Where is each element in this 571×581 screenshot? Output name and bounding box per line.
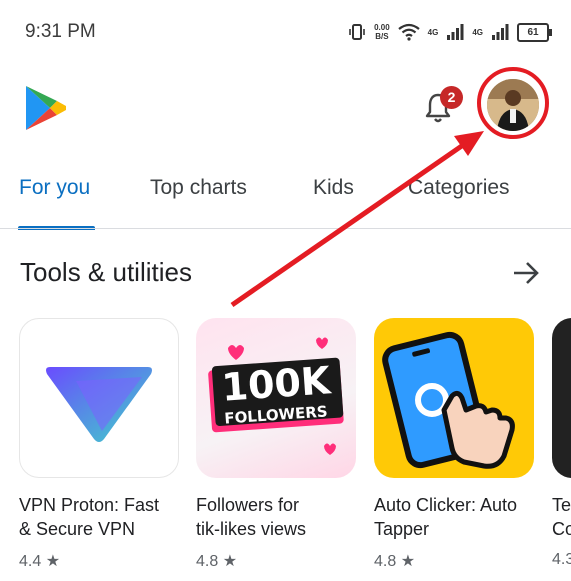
app-card-vpn-proton[interactable]: VPN Proton: Fast & Secure VPN 4.4 ★	[19, 318, 179, 570]
tab-top-charts[interactable]: Top charts	[150, 176, 247, 200]
app-icon-followers: 100K FOLLOWERS	[196, 318, 356, 478]
wifi-icon	[397, 23, 420, 41]
google-play-logo-icon	[26, 86, 66, 130]
signal-label-2: 4G	[472, 27, 483, 37]
net-speed-unit: B/S	[375, 32, 389, 41]
proton-vpn-logo-icon	[46, 367, 152, 442]
app-card-auto-clicker[interactable]: Auto Clicker: Auto Tapper 4.8 ★	[374, 318, 534, 570]
app-rating: 4.4 ★	[19, 553, 61, 570]
arrow-right-icon[interactable]	[511, 258, 541, 288]
signal-icon-1	[447, 24, 464, 40]
app-card-partial[interactable]: Te Co 4.3	[552, 318, 571, 581]
app-name: VPN Proton: Fast & Secure VPN	[19, 495, 160, 539]
tab-categories[interactable]: Categories	[408, 176, 510, 200]
tab-divider	[0, 228, 571, 229]
avatar-image	[487, 79, 539, 131]
vibrate-icon	[349, 24, 365, 40]
phone-tap-icon	[382, 331, 515, 469]
section-title[interactable]: Tools & utilities	[20, 257, 192, 288]
avatar[interactable]	[487, 79, 539, 131]
app-icon-vpn-proton	[19, 318, 179, 478]
net-speed-value: 0.00	[374, 23, 390, 32]
app-rating: 4.3	[552, 551, 571, 568]
battery-icon: 61	[517, 22, 552, 42]
app-icon-partial	[552, 318, 571, 478]
status-icons: 0.00 B/S 4G 4G 61	[348, 18, 552, 46]
app-rating: 4.8 ★	[196, 553, 238, 570]
notification-badge: 2	[440, 86, 463, 109]
app-icon-auto-clicker	[374, 318, 534, 478]
tab-for-you[interactable]: For you	[19, 176, 90, 200]
app-name: Te Co	[552, 495, 571, 539]
app-name: Followers for tik-likes views	[196, 495, 307, 539]
status-time: 9:31 PM	[25, 21, 96, 42]
app-card-followers[interactable]: 100K FOLLOWERS Followers for tik-likes v…	[196, 318, 356, 570]
app-rating: 4.8 ★	[374, 553, 416, 570]
tab-bar: For you Top charts Kids Categories	[0, 160, 571, 230]
app-name: Auto Clicker: Auto Tapper	[374, 495, 518, 539]
tab-kids[interactable]: Kids	[313, 176, 354, 200]
signal-label-1: 4G	[427, 27, 439, 37]
signal-icon-2	[492, 24, 509, 40]
net-speed: 0.00 B/S	[374, 23, 390, 41]
status-bar: 9:31 PM 0.00 B/S 4G 4G 61	[0, 0, 571, 64]
